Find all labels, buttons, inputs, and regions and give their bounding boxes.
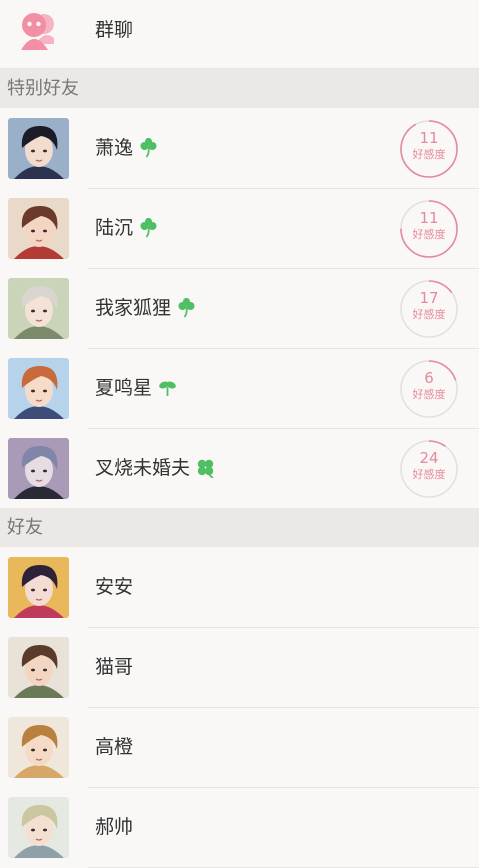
affinity-value: 11 xyxy=(419,209,439,227)
friend-name: 萧逸 xyxy=(95,136,158,164)
affinity-value: 24 xyxy=(419,449,439,467)
friend-row[interactable]: 高橙 xyxy=(0,708,479,788)
friend-name: 高橙 xyxy=(95,736,134,758)
affinity-label: 好感度 xyxy=(412,228,446,241)
friend-name-text: 夏鸣星 xyxy=(95,377,153,399)
special-friend-row[interactable]: 陆沉 11 好感度 xyxy=(0,189,479,269)
friend-name-text: 我家狐狸 xyxy=(95,297,172,319)
friend-name-text: 陆沉 xyxy=(95,217,134,239)
group-chat-icon xyxy=(21,13,54,50)
affinity-ring: 11 好感度 xyxy=(399,119,459,179)
affinity-label: 好感度 xyxy=(412,308,446,321)
affinity-value: 17 xyxy=(419,289,439,307)
three-leaf-clover-icon xyxy=(177,297,196,324)
affinity-label: 好感度 xyxy=(412,388,446,401)
affinity-ring: 11 好感度 xyxy=(399,199,459,259)
affinity-label: 好感度 xyxy=(412,148,446,161)
avatar[interactable] xyxy=(8,717,69,778)
affinity-ring: 17 好感度 xyxy=(399,279,459,339)
friend-name: 安安 xyxy=(95,576,134,598)
special-friend-row[interactable]: 叉烧未婚夫 24 好感度 xyxy=(0,429,479,509)
friend-name: 郝帅 xyxy=(95,816,134,838)
affinity-label: 好感度 xyxy=(412,468,446,481)
avatar[interactable] xyxy=(8,637,69,698)
two-leaf-sprout-icon xyxy=(158,378,177,404)
section-header-friends: 好友 xyxy=(0,508,479,547)
affinity-ring: 6 好感度 xyxy=(399,359,459,419)
three-leaf-clover-icon xyxy=(139,137,158,164)
friend-row[interactable]: 猫哥 xyxy=(0,628,479,708)
friend-row[interactable]: 安安 xyxy=(0,548,479,628)
friend-name: 猫哥 xyxy=(95,656,134,678)
affinity-value: 11 xyxy=(419,129,439,147)
avatar[interactable] xyxy=(8,797,69,858)
special-friend-row[interactable]: 我家狐狸 17 好感度 xyxy=(0,269,479,349)
avatar[interactable] xyxy=(8,198,69,259)
avatar[interactable] xyxy=(8,358,69,419)
avatar[interactable] xyxy=(8,557,69,618)
avatar[interactable] xyxy=(8,438,69,499)
special-friend-row[interactable]: 夏鸣星 6 好感度 xyxy=(0,349,479,429)
friend-name: 夏鸣星 xyxy=(95,376,177,404)
special-friend-row[interactable]: 萧逸 11 好感度 xyxy=(0,109,479,189)
group-chat-row[interactable]: 群聊 xyxy=(0,0,479,69)
group-chat-label: 群聊 xyxy=(95,19,134,41)
friend-name: 叉烧未婚夫 xyxy=(95,456,215,484)
avatar[interactable] xyxy=(8,118,69,179)
four-leaf-clover-icon xyxy=(196,458,215,484)
avatar[interactable] xyxy=(8,278,69,339)
affinity-ring: 24 好感度 xyxy=(399,439,459,499)
friend-name-text: 萧逸 xyxy=(95,137,134,159)
friend-name-text: 叉烧未婚夫 xyxy=(95,457,191,479)
friend-row[interactable]: 郝帅 xyxy=(0,788,479,868)
friend-name: 我家狐狸 xyxy=(95,296,196,324)
three-leaf-clover-icon xyxy=(139,217,158,244)
section-header-special-friends: 特别好友 xyxy=(0,69,479,108)
friend-name: 陆沉 xyxy=(95,216,158,244)
affinity-value: 6 xyxy=(424,369,434,387)
